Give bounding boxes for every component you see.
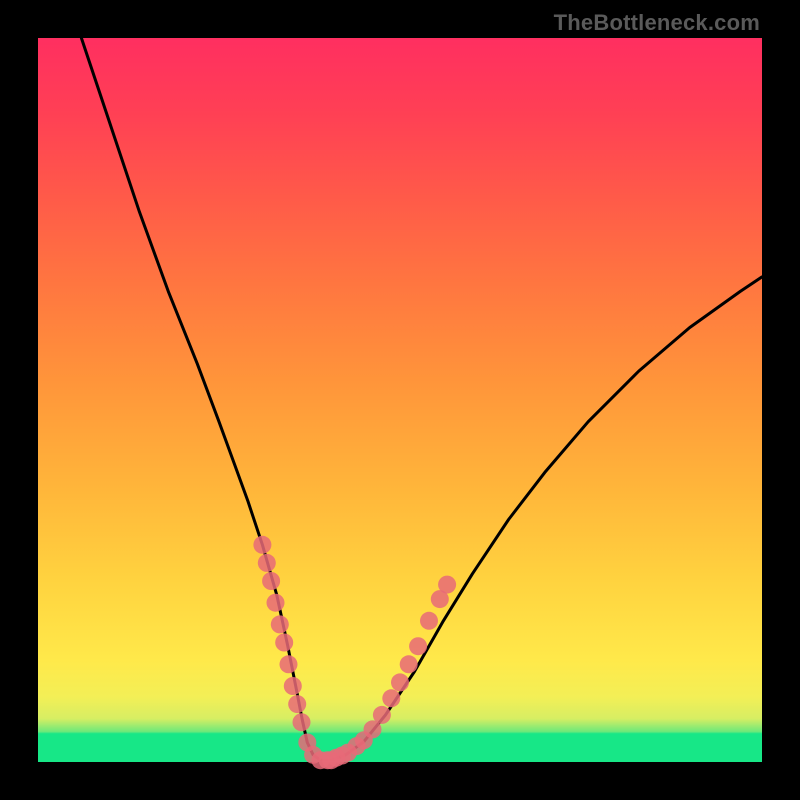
marker-dot: [420, 612, 438, 630]
marker-dot: [373, 706, 391, 724]
chart-frame: TheBottleneck.com: [0, 0, 800, 800]
marker-dot: [253, 536, 271, 554]
marker-dot: [271, 615, 289, 633]
marker-dot: [438, 576, 456, 594]
marker-dot: [262, 572, 280, 590]
marker-dot: [382, 689, 400, 707]
marker-dot: [293, 713, 311, 731]
marker-dot: [280, 655, 298, 673]
watermark-text: TheBottleneck.com: [554, 10, 760, 36]
marker-dot: [284, 677, 302, 695]
marker-dot: [267, 594, 285, 612]
marker-dot: [275, 634, 293, 652]
marker-dot: [258, 554, 276, 572]
marker-dot: [288, 695, 306, 713]
marker-dot: [409, 637, 427, 655]
marker-dot: [400, 655, 418, 673]
curve-layer: [38, 38, 762, 762]
marker-dot: [391, 673, 409, 691]
